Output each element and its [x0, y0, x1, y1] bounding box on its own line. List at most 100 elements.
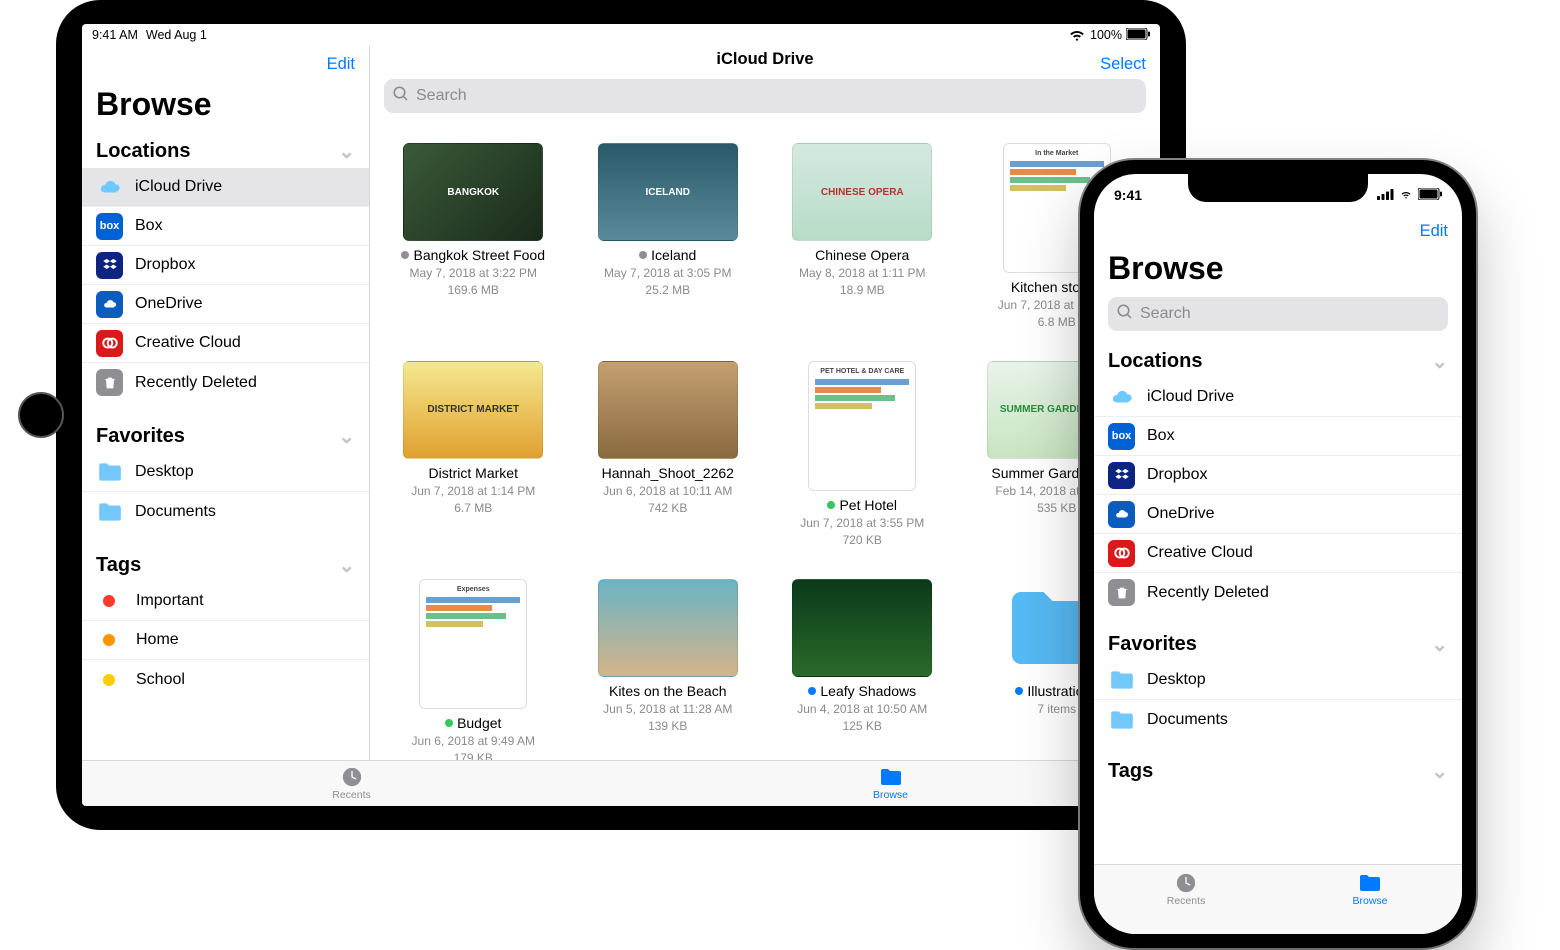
edit-button[interactable]: Edit [1420, 222, 1448, 241]
home-button[interactable] [18, 392, 64, 438]
tag-dot-icon [445, 719, 453, 727]
favorites-header[interactable]: Favorites ⌄ [1094, 626, 1462, 661]
signal-icon [1377, 187, 1394, 203]
file-tile[interactable]: Leafy Shadows Jun 4, 2018 at 10:50 AM125 … [775, 579, 950, 760]
tags-header[interactable]: Tags ⌄ [82, 547, 369, 582]
file-name: Pet Hotel [827, 497, 897, 514]
status-bar: 9:41 AM Wed Aug 1 100% [82, 24, 1160, 46]
ipad-favorite[interactable]: Desktop [82, 453, 369, 492]
search-placeholder: Search [1140, 305, 1191, 323]
ipad-location-icloud[interactable]: iCloud Drive [82, 168, 369, 207]
file-tile[interactable]: BANGKOKBangkok Street FoodMay 7, 2018 at… [386, 143, 561, 331]
folder-icon [879, 766, 903, 788]
iphone-location-onedrive[interactable]: OneDrive [1094, 495, 1462, 534]
tab-bar: Recents Browse [82, 760, 1160, 806]
tag-row[interactable]: Important [82, 582, 369, 621]
file-date: May 7, 2018 at 3:05 PM [604, 266, 731, 282]
file-tile[interactable]: ICELANDIcelandMay 7, 2018 at 3:05 PM25.2… [581, 143, 756, 331]
chevron-down-icon: ⌄ [338, 553, 355, 578]
icloud-icon [96, 174, 123, 201]
folder-icon [96, 498, 123, 525]
file-size: 6.7 MB [454, 501, 492, 517]
status-time: 9:41 AM [92, 28, 138, 42]
ipad-location-box[interactable]: boxBox [82, 207, 369, 246]
box-icon: box [1108, 423, 1135, 450]
file-thumbnail: ICELAND [598, 143, 738, 241]
tag-dot-icon [401, 251, 409, 259]
folder-icon [1108, 706, 1135, 733]
tags-header[interactable]: Tags ⌄ [1094, 753, 1462, 788]
file-size: 18.9 MB [840, 283, 885, 299]
ipad-location-dropbox[interactable]: Dropbox [82, 246, 369, 285]
iphone-location-cc[interactable]: Creative Cloud [1094, 534, 1462, 573]
file-date: May 8, 2018 at 1:11 PM [799, 266, 926, 282]
iphone-favorite[interactable]: Documents [1094, 700, 1462, 739]
search-input[interactable]: Search [384, 79, 1146, 113]
ipad-location-trash[interactable]: Recently Deleted [82, 363, 369, 402]
row-label: Recently Deleted [135, 374, 355, 392]
file-tile[interactable]: CHINESE OPERAChinese OperaMay 8, 2018 at… [775, 143, 950, 331]
iphone-location-trash[interactable]: Recently Deleted [1094, 573, 1462, 612]
file-name: Chinese Opera [815, 247, 909, 264]
notch [1188, 174, 1368, 202]
tab-browse[interactable]: Browse [1278, 865, 1462, 914]
folder-icon [1358, 872, 1382, 894]
tag-row[interactable]: Home [82, 621, 369, 660]
locations-header[interactable]: Locations ⌄ [82, 133, 369, 168]
ipad-location-onedrive[interactable]: OneDrive [82, 285, 369, 324]
trash-icon [1108, 579, 1135, 606]
iphone-location-box[interactable]: boxBox [1094, 417, 1462, 456]
iphone-favorite[interactable]: Desktop [1094, 661, 1462, 700]
row-label: Creative Cloud [1147, 544, 1448, 562]
search-input[interactable]: Search [1108, 297, 1448, 331]
file-size: 169.6 MB [448, 283, 499, 299]
battery-icon [1418, 187, 1442, 203]
battery-pct: 100% [1090, 28, 1122, 42]
file-date: Jun 4, 2018 at 10:50 AM [797, 702, 927, 718]
file-size: 742 KB [648, 501, 687, 517]
row-label: Dropbox [135, 256, 355, 274]
ipad-location-cc[interactable]: Creative Cloud [82, 324, 369, 363]
file-date: Jun 6, 2018 at 9:49 AM [412, 734, 535, 750]
row-label: iCloud Drive [135, 178, 355, 196]
favorites-header[interactable]: Favorites ⌄ [82, 418, 369, 453]
tab-bar: Recents Browse [1094, 864, 1462, 934]
tag-color-icon [103, 595, 115, 607]
file-date: May 7, 2018 at 3:22 PM [410, 266, 537, 282]
file-tile[interactable]: ExpensesBudgetJun 6, 2018 at 9:49 AM179 … [386, 579, 561, 760]
iphone-location-icloud[interactable]: iCloud Drive [1094, 378, 1462, 417]
iphone-location-dropbox[interactable]: Dropbox [1094, 456, 1462, 495]
tab-recents[interactable]: Recents [1094, 865, 1278, 914]
row-label: Box [135, 217, 355, 235]
browse-title: Browse [1094, 246, 1462, 297]
sidebar-title: Browse [82, 82, 369, 133]
trash-icon [96, 369, 123, 396]
sidebar: Edit Browse Locations ⌄ iCloud Drive boxB… [82, 46, 370, 760]
edit-button[interactable]: Edit [327, 55, 355, 74]
iphone-device: 9:41 Edit Browse Search Locations ⌄ iClo… [1080, 160, 1476, 948]
iphone-screen: 9:41 Edit Browse Search Locations ⌄ iClo… [1094, 174, 1462, 934]
ipad-favorite[interactable]: Documents [82, 492, 369, 531]
file-thumbnail [598, 579, 738, 677]
clock-icon [340, 766, 364, 788]
file-tile[interactable]: PET HOTEL & DAY CAREPet HotelJun 7, 2018… [775, 361, 950, 549]
dropbox-icon [1108, 462, 1135, 489]
tab-recents[interactable]: Recents [82, 761, 621, 806]
row-label: OneDrive [1147, 505, 1448, 523]
chevron-down-icon: ⌄ [1431, 349, 1448, 374]
wifi-icon [1398, 187, 1414, 203]
tag-row[interactable]: School [82, 660, 369, 699]
file-size: 179 KB [454, 751, 493, 760]
file-tile[interactable]: Hannah_Shoot_2262Jun 6, 2018 at 10:11 AM… [581, 361, 756, 549]
status-time: 9:41 [1114, 187, 1142, 203]
file-size: 125 KB [843, 719, 882, 735]
cc-icon [1108, 540, 1135, 567]
file-tile[interactable]: Kites on the BeachJun 5, 2018 at 11:28 A… [581, 579, 756, 760]
locations-header[interactable]: Locations ⌄ [1094, 343, 1462, 378]
ipad-screen: 9:41 AM Wed Aug 1 100% Edit Browse Locat… [82, 24, 1160, 806]
tag-color-icon [103, 674, 115, 686]
icloud-icon [1108, 384, 1135, 411]
chevron-down-icon: ⌄ [1431, 759, 1448, 784]
file-name: Leafy Shadows [808, 683, 916, 700]
file-tile[interactable]: DISTRICT MARKETDistrict MarketJun 7, 201… [386, 361, 561, 549]
